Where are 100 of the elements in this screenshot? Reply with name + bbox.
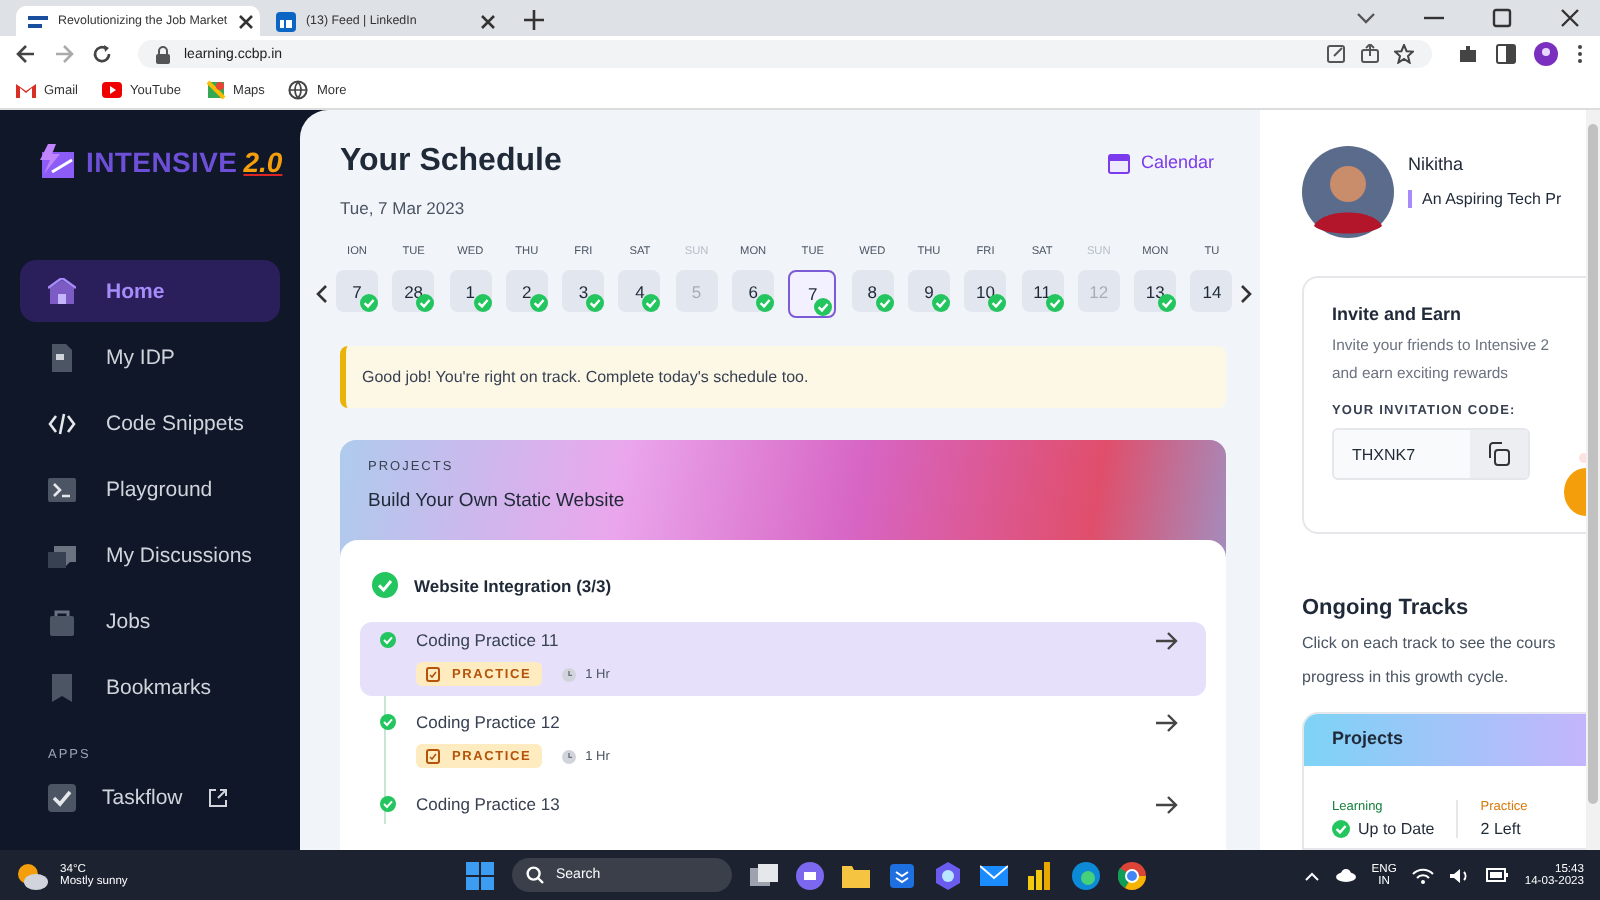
share-icon[interactable] <box>1360 44 1380 64</box>
clipboard-icon <box>426 748 440 764</box>
day-chip[interactable]: 1 <box>449 270 492 312</box>
wifi-icon[interactable] <box>1412 867 1435 883</box>
map-icon <box>205 80 226 100</box>
battery-icon[interactable] <box>1486 868 1509 882</box>
start-icon[interactable] <box>466 861 494 889</box>
section-title: Ongoing Tracks <box>1302 596 1471 620</box>
plus-icon[interactable] <box>524 10 544 30</box>
check-icon <box>360 294 378 312</box>
folder-icon[interactable] <box>842 861 870 889</box>
clock-icon <box>561 667 576 681</box>
arrow-right-icon[interactable] <box>1156 631 1178 649</box>
bookmark-icon <box>48 673 76 701</box>
calendar-link[interactable]: Calendar <box>1108 151 1214 173</box>
close-icon[interactable] <box>237 13 254 29</box>
box-icon[interactable] <box>888 861 916 889</box>
bar-chart-icon[interactable] <box>1026 861 1054 889</box>
calendar-icon <box>1108 151 1131 173</box>
day-chip[interactable]: 8 <box>851 270 894 312</box>
lock-icon <box>156 45 170 63</box>
browser-icon[interactable] <box>1072 861 1100 889</box>
nav-item[interactable]: Bookmarks <box>20 656 280 718</box>
lesson-title: Coding Practice 13 <box>416 794 560 814</box>
clock-icon <box>561 749 576 763</box>
reload-icon[interactable] <box>92 44 112 64</box>
document-icon <box>48 343 76 371</box>
chevron-right-icon[interactable] <box>1240 284 1253 304</box>
check-icon <box>529 294 548 312</box>
nav-item[interactable]: Playground <box>20 458 280 520</box>
copy-icon <box>1488 442 1510 466</box>
day-chip[interactable]: 9 <box>907 270 950 312</box>
envelope-icon[interactable] <box>980 861 1008 889</box>
clipboard-icon <box>426 666 440 682</box>
day-chip[interactable]: 2 <box>505 270 548 312</box>
day-chip[interactable]: 7 <box>788 270 837 318</box>
app-link[interactable]: Taskflow <box>20 766 280 828</box>
status-value: Up to Date <box>1358 820 1435 838</box>
external-link-icon <box>208 787 229 807</box>
square-icon <box>276 11 296 31</box>
day-chip[interactable]: 10 <box>964 270 1007 312</box>
check-icon <box>814 298 833 316</box>
code-icon <box>48 409 76 437</box>
video-chat-icon[interactable] <box>796 861 824 889</box>
day-chip[interactable]: 13 <box>1134 270 1177 312</box>
arrow-right-icon[interactable] <box>1156 713 1178 731</box>
chevron-up-icon[interactable] <box>1303 869 1320 881</box>
star-icon[interactable] <box>1394 44 1414 64</box>
status-value: 2 Left <box>1480 820 1523 838</box>
day-chip[interactable]: 11 <box>1021 270 1064 312</box>
nav-item[interactable]: Jobs <box>20 590 280 652</box>
check-icon <box>473 294 492 312</box>
terminal-icon <box>48 475 76 503</box>
browser-icon[interactable] <box>1118 861 1146 889</box>
chevron-left-icon[interactable] <box>316 284 328 304</box>
avatar-icon[interactable] <box>1534 42 1558 66</box>
day-chip[interactable]: 6 <box>732 270 775 312</box>
close-icon[interactable] <box>480 13 496 29</box>
side-panel-icon[interactable] <box>1496 44 1516 64</box>
arrow-right-icon[interactable] <box>1156 795 1178 813</box>
back-icon[interactable] <box>16 44 36 64</box>
day-chip[interactable]: 4 <box>618 270 661 312</box>
day-chip[interactable]: 3 <box>562 270 605 312</box>
copy-button[interactable] <box>1470 430 1528 478</box>
illustration-drawing <box>1562 452 1586 516</box>
nav-item[interactable]: Home <box>20 260 280 322</box>
card-header: Projects <box>1304 714 1586 766</box>
lesson-item[interactable]: Coding Practice 13 <box>360 786 1206 824</box>
logo-icon <box>36 144 80 180</box>
search-icon <box>526 866 544 884</box>
close-icon[interactable] <box>1560 8 1580 28</box>
windows-icon[interactable] <box>750 861 778 889</box>
nav-item[interactable]: Code Snippets <box>20 392 280 454</box>
nav-item[interactable]: My Discussions <box>20 524 280 586</box>
logo-text: INTENSIVE <box>86 146 238 178</box>
chat-icon <box>48 541 76 569</box>
maximize-icon[interactable] <box>1492 8 1512 28</box>
more-icon[interactable] <box>1576 44 1584 64</box>
check-circle-icon <box>1332 820 1350 838</box>
chevron-down-icon[interactable] <box>1356 10 1376 26</box>
day-chip[interactable]: 14 <box>1190 270 1233 312</box>
play-icon <box>101 80 122 100</box>
speaker-icon[interactable] <box>1450 867 1471 883</box>
check-icon <box>756 294 775 312</box>
check-icon <box>416 294 435 312</box>
avatar <box>1302 146 1394 238</box>
checkbox-icon <box>48 783 76 811</box>
date-text: Tue, 7 Mar 2023 <box>340 198 467 218</box>
open-external-icon[interactable] <box>1326 44 1346 64</box>
cloud-icon[interactable] <box>1335 868 1356 882</box>
section-description: Click on each track to see the cours progress in this growth cycle. <box>1302 632 1558 690</box>
lesson-title: Coding Practice 12 <box>416 712 560 732</box>
hexagon-icon[interactable] <box>934 861 962 889</box>
scrollbar-thumb[interactable] <box>1588 124 1598 804</box>
nav-item[interactable]: My IDP <box>20 326 280 388</box>
check-icon <box>1045 294 1064 312</box>
page-icon <box>28 11 48 31</box>
day-chip[interactable]: 7 <box>336 270 378 312</box>
logo-version: 2.0 <box>243 146 283 178</box>
check-icon <box>642 294 661 312</box>
